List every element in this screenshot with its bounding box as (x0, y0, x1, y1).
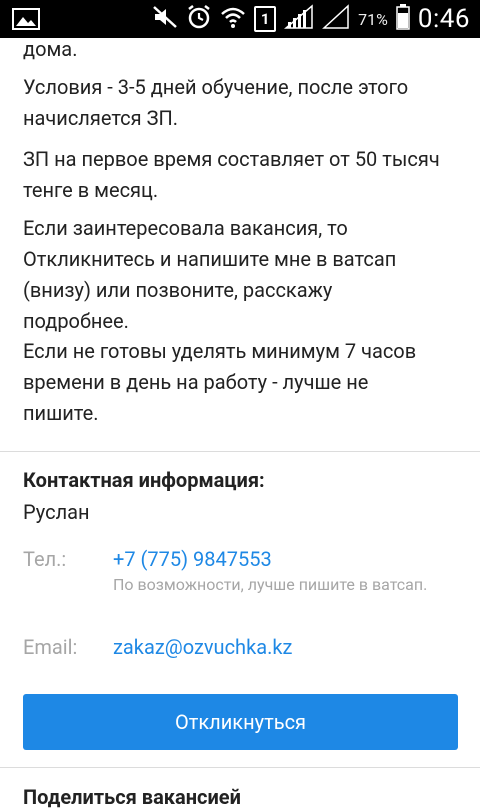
battery-icon (396, 4, 410, 34)
respond-button[interactable]: Откликнуться (23, 694, 458, 750)
contact-name: Руслан (23, 500, 90, 524)
description-para-warning: Если не готовы уделять минимум 7 часов в… (23, 339, 417, 425)
mute-icon (152, 5, 178, 33)
description-para-conditions: Условия - 3-5 дней обучение, после этого… (23, 75, 409, 130)
email-link[interactable]: zakaz@ozvuchka.kz (113, 635, 292, 659)
phone-link[interactable]: +7 (775) 9847553 (113, 547, 272, 571)
sim-slot-icon: 1 (254, 6, 277, 32)
status-bar: 1 71% 0:46 (0, 0, 480, 38)
divider-bottom (0, 767, 480, 768)
phone-note: По возможности, лучше пишите в ватсап. (113, 575, 428, 594)
battery-percent: 71% (358, 9, 388, 29)
signal-icon (284, 4, 314, 34)
share-heading: Поделиться вакансией (23, 785, 241, 809)
description-cut-line: дома. (23, 37, 78, 61)
clock: 0:46 (417, 4, 470, 34)
signal-icon-2 (322, 4, 350, 34)
email-label: Email: (23, 635, 78, 659)
phone-label: Тел.: (23, 547, 67, 571)
description-para-salary: ЗП на первое время составляет от 50 тыся… (23, 147, 440, 202)
image-notification-icon (12, 8, 40, 34)
divider-top (0, 451, 480, 452)
description-para-contact-call: Если заинтересовала вакансия, то Откликн… (23, 216, 397, 333)
contact-heading: Контактная информация: (23, 468, 265, 492)
wifi-icon (220, 5, 246, 33)
alarm-icon (186, 4, 212, 34)
